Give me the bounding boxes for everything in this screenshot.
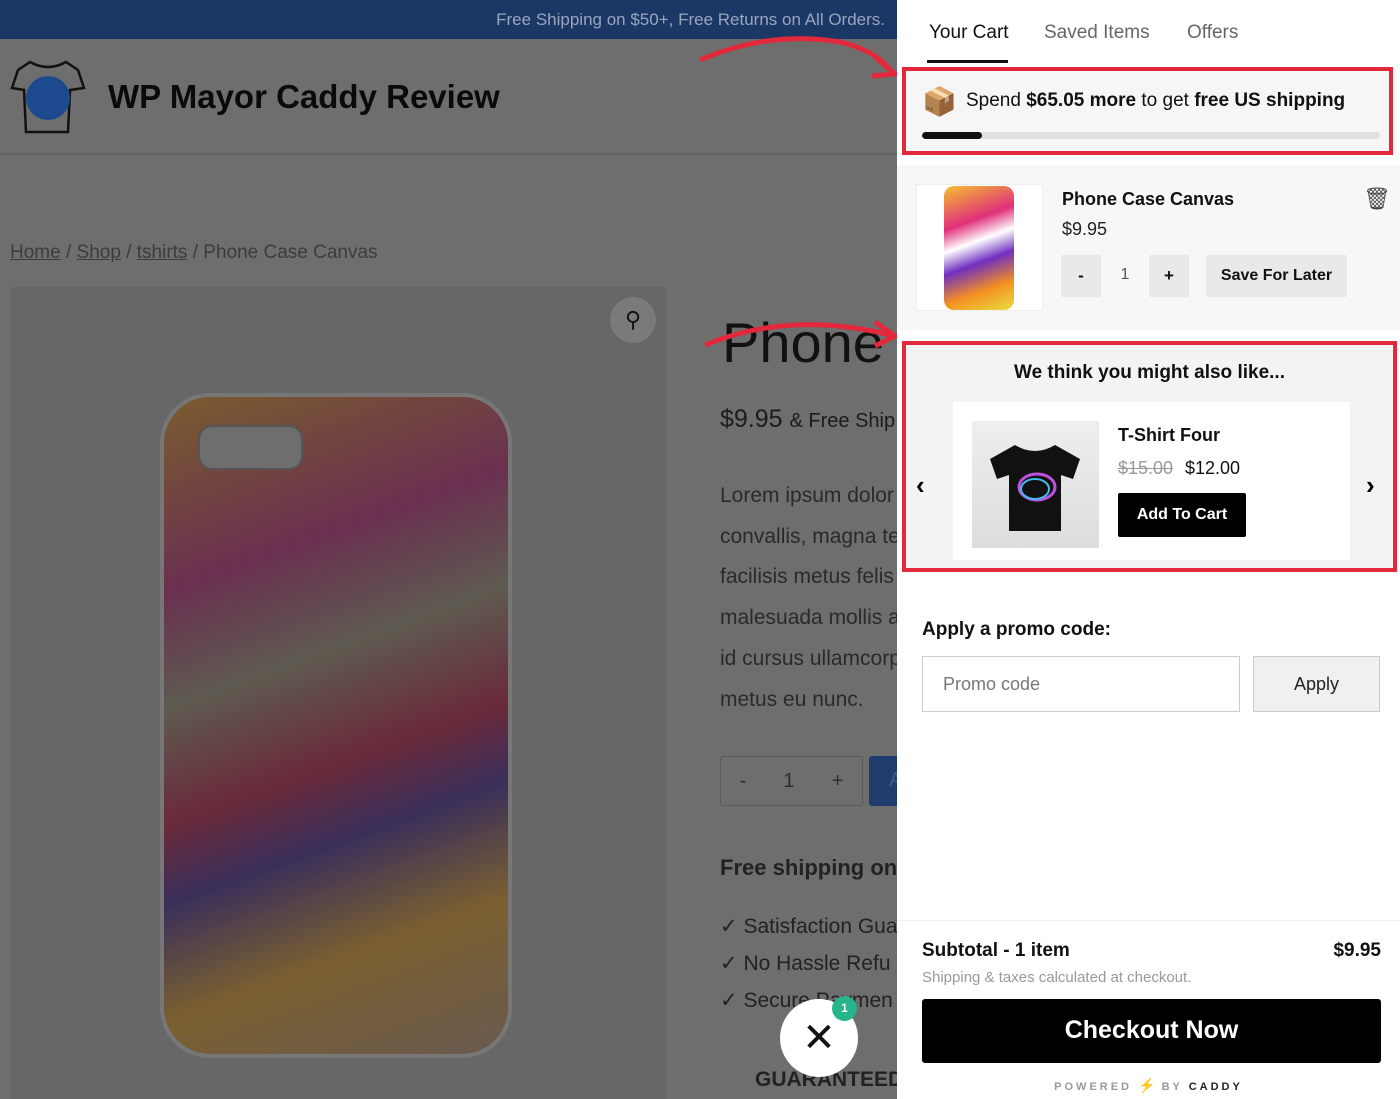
description-line: Lorem ipsum dolor	[720, 484, 894, 507]
tab-your-cart[interactable]: Your Cart	[929, 22, 1009, 44]
product-price-value: $9.95	[720, 405, 783, 433]
breadcrumb-home[interactable]: Home	[10, 242, 61, 263]
product-price: $9.95 & Free Ship	[720, 405, 895, 434]
powered-by-caddy[interactable]: POWERED ⚡ BY CADDY	[897, 1077, 1400, 1094]
promo-label: Apply a promo code:	[922, 619, 1111, 640]
check-icon: ✓	[720, 989, 744, 1012]
product-image[interactable]	[160, 393, 512, 1058]
subtotal-value: $9.95	[1333, 940, 1381, 961]
shipping-progress-fill	[922, 132, 982, 139]
check-icon: ✓	[720, 952, 744, 975]
announcement-text: Free Shipping on $50+, Free Returns on A…	[496, 10, 885, 29]
shipping-progress-bar	[922, 132, 1380, 139]
caddy-brand: CADDY	[1188, 1081, 1243, 1093]
description-line: metus eu nunc.	[720, 687, 864, 711]
by-text: BY	[1161, 1081, 1183, 1093]
site-title[interactable]: WP Mayor Caddy Review	[108, 78, 500, 116]
trash-icon[interactable]: 🗑	[1363, 186, 1391, 212]
announcement-bar: Free Shipping on $50+, Free Returns on A…	[0, 0, 897, 39]
description-line: convallis, magna te	[720, 524, 897, 548]
cart-count-badge: 1	[832, 996, 857, 1021]
powered-text: POWERED	[1054, 1081, 1132, 1093]
save-for-later-button[interactable]: Save For Later	[1206, 255, 1347, 297]
cart-item-price: $9.95	[1062, 219, 1108, 239]
free-shipping-message: Spend $65.05 more to get free US shippin…	[966, 90, 1345, 112]
breadcrumb-separator: /	[192, 242, 198, 263]
breadcrumb-category[interactable]: tshirts	[137, 242, 188, 263]
lightning-icon: ⚡	[1138, 1077, 1156, 1093]
shipping-goal: free US shipping	[1194, 90, 1346, 111]
check-icon: ✓	[720, 915, 744, 938]
product-image-camera	[198, 425, 303, 470]
tshirt-image	[990, 445, 1080, 531]
chevron-right-icon[interactable]: ›	[1366, 470, 1375, 501]
tab-offers[interactable]: Offers	[1187, 22, 1238, 44]
subtotal-label: Subtotal - 1 item	[922, 940, 1070, 961]
cart-item-phone-image	[944, 186, 1014, 310]
shipping-prefix: Spend	[966, 90, 1027, 111]
breadcrumb-separator: /	[65, 242, 72, 263]
chevron-left-icon[interactable]: ‹	[916, 470, 925, 501]
product-description: Lorem ipsum dolor convallis, magna te fa…	[720, 476, 897, 720]
shipping-note: Shipping & taxes calculated at checkout.	[922, 969, 1192, 986]
product-price-suffix: & Free Ship	[789, 410, 896, 432]
recommendation-add-to-cart-button[interactable]: Add To Cart	[1118, 493, 1246, 537]
qty-plus-button[interactable]: +	[832, 770, 844, 793]
recommendation-price: $12.00	[1185, 458, 1241, 478]
add-to-cart-button[interactable]: A	[869, 756, 902, 806]
feature-text: Satisfaction Gua	[743, 915, 897, 938]
recommendations-title: We think you might also like...	[1014, 362, 1285, 383]
shipping-amount: $65.05 more	[1026, 90, 1137, 111]
package-icon: 📦	[922, 86, 957, 117]
checkout-button[interactable]: Checkout Now	[922, 999, 1381, 1063]
description-line: facilisis metus felis	[720, 565, 894, 589]
recommendation-old-price: $15.00	[1118, 458, 1174, 478]
description-line: id cursus ullamcorp	[720, 646, 897, 670]
zoom-search-icon[interactable]: ⚲	[610, 297, 656, 343]
recommendation-name[interactable]: T-Shirt Four	[1118, 425, 1220, 446]
breadcrumb-shop[interactable]: Shop	[77, 242, 121, 263]
breadcrumb-separator: /	[126, 242, 132, 263]
cart-qty-plus-button[interactable]: +	[1149, 255, 1189, 297]
apply-promo-button[interactable]: Apply	[1253, 656, 1380, 712]
breadcrumb: Home / Shop / tshirts / Phone Case Canva…	[10, 242, 378, 264]
free-shipping-heading: Free shipping on c	[720, 855, 897, 880]
qty-minus-button[interactable]: -	[740, 770, 747, 793]
site-logo-tshirt-icon[interactable]	[10, 58, 88, 136]
qty-value[interactable]: 1	[783, 770, 794, 793]
feature-item: ✓ Satisfaction Gua	[720, 914, 897, 939]
feature-text: No Hassle Refu	[743, 952, 891, 975]
feature-item: ✓ No Hassle Refu	[720, 951, 897, 976]
cart-qty-minus-button[interactable]: -	[1061, 255, 1101, 297]
cart-qty-value[interactable]: 1	[1110, 266, 1140, 284]
product-title: Phone	[722, 311, 884, 374]
cart-item-name[interactable]: Phone Case Canvas	[1062, 189, 1234, 210]
promo-code-input[interactable]	[922, 656, 1240, 712]
active-tab-indicator	[927, 60, 1008, 63]
description-line: malesuada mollis a	[720, 606, 897, 630]
shipping-middle: to get	[1136, 90, 1195, 111]
close-icon: ✕	[802, 1016, 836, 1060]
product-quantity-stepper[interactable]: - 1 +	[720, 756, 863, 806]
breadcrumb-current: Phone Case Canvas	[203, 242, 378, 263]
tab-saved-items[interactable]: Saved Items	[1044, 22, 1150, 44]
